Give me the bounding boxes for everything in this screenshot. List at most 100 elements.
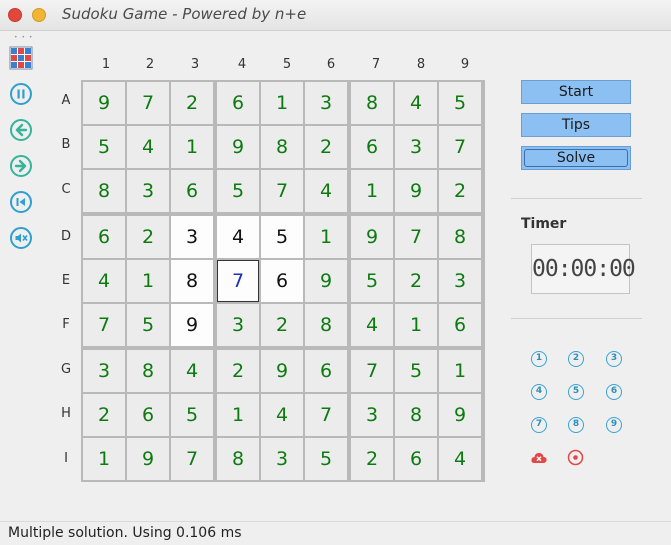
board-cell[interactable]: 9 — [127, 438, 169, 480]
grid-app-icon[interactable] — [9, 46, 33, 70]
board-cell[interactable]: 7 — [395, 216, 437, 258]
board-cell[interactable]: 4 — [261, 394, 303, 436]
start-button[interactable]: Start — [521, 80, 631, 104]
board-cell[interactable]: 2 — [305, 126, 347, 168]
board-cell[interactable]: 3 — [351, 394, 393, 436]
numpad-digit-button[interactable]: 5 — [568, 384, 584, 400]
board-cell[interactable]: 8 — [261, 126, 303, 168]
board-cell[interactable]: 9 — [261, 350, 303, 392]
board-cell[interactable]: 9 — [305, 260, 347, 302]
solve-button[interactable]: Solve — [521, 146, 631, 170]
board-cell[interactable]: 3 — [261, 438, 303, 480]
board-cell[interactable]: 7 — [261, 170, 303, 212]
pause-icon[interactable] — [9, 82, 33, 106]
board-cell[interactable]: 5 — [439, 82, 481, 124]
board-cell[interactable]: 9 — [83, 82, 125, 124]
board-cell[interactable]: 1 — [305, 216, 347, 258]
tips-button[interactable]: Tips — [521, 113, 631, 137]
board-cell[interactable]: 4 — [127, 126, 169, 168]
board-cell[interactable]: 8 — [395, 394, 437, 436]
board-cell[interactable]: 6 — [439, 304, 481, 346]
board-cell[interactable]: 4 — [171, 350, 213, 392]
board-cell[interactable]: 7 — [83, 304, 125, 346]
board-cell[interactable]: 2 — [171, 82, 213, 124]
board-cell[interactable]: 2 — [217, 350, 259, 392]
board-cell[interactable]: 7 — [127, 82, 169, 124]
board-cell[interactable]: 1 — [395, 304, 437, 346]
board-cell[interactable]: 3 — [395, 126, 437, 168]
numpad-digit-button[interactable]: 6 — [606, 384, 622, 400]
board-cell[interactable]: 6 — [305, 350, 347, 392]
board-cell[interactable]: 7 — [217, 260, 259, 302]
board-cell[interactable]: 5 — [351, 260, 393, 302]
minimize-window-button[interactable] — [32, 8, 46, 22]
board-cell[interactable]: 3 — [439, 260, 481, 302]
numpad-digit-button[interactable]: 7 — [531, 417, 547, 433]
board-cell[interactable]: 6 — [171, 170, 213, 212]
board-cell[interactable]: 6 — [127, 394, 169, 436]
board-cell[interactable]: 5 — [127, 304, 169, 346]
board-cell[interactable]: 4 — [305, 170, 347, 212]
board-cell[interactable]: 8 — [351, 82, 393, 124]
board-cell[interactable]: 6 — [261, 260, 303, 302]
board-cell[interactable]: 8 — [171, 260, 213, 302]
numpad-digit-button[interactable]: 8 — [568, 417, 584, 433]
board-cell[interactable]: 1 — [351, 170, 393, 212]
numpad-digit-button[interactable]: 9 — [606, 417, 622, 433]
toolbar-grip[interactable]: • • • — [14, 34, 33, 41]
board-cell[interactable]: 2 — [261, 304, 303, 346]
numpad-digit-button[interactable]: 4 — [531, 384, 547, 400]
board-cell[interactable]: 2 — [351, 438, 393, 480]
board-cell[interactable]: 7 — [171, 438, 213, 480]
board-cell[interactable]: 1 — [261, 82, 303, 124]
board-cell[interactable]: 1 — [439, 350, 481, 392]
board-cell[interactable]: 5 — [395, 350, 437, 392]
board-cell[interactable]: 4 — [395, 82, 437, 124]
board-cell[interactable]: 1 — [171, 126, 213, 168]
board-cell[interactable]: 4 — [217, 216, 259, 258]
board-cell[interactable]: 8 — [439, 216, 481, 258]
board-cell[interactable]: 4 — [439, 438, 481, 480]
board-cell[interactable]: 8 — [83, 170, 125, 212]
board-cell[interactable]: 2 — [127, 216, 169, 258]
board-cell[interactable]: 5 — [305, 438, 347, 480]
board-cell[interactable]: 1 — [217, 394, 259, 436]
board-cell[interactable]: 7 — [305, 394, 347, 436]
board-cell[interactable]: 5 — [261, 216, 303, 258]
board-cell[interactable]: 9 — [439, 394, 481, 436]
board-cell[interactable]: 5 — [217, 170, 259, 212]
board-cell[interactable]: 1 — [127, 260, 169, 302]
board-cell[interactable]: 2 — [395, 260, 437, 302]
board-cell[interactable]: 9 — [351, 216, 393, 258]
erase-icon[interactable] — [530, 450, 548, 466]
numpad-digit-button[interactable]: 2 — [568, 351, 584, 367]
board-cell[interactable]: 9 — [395, 170, 437, 212]
board-cell[interactable]: 5 — [171, 394, 213, 436]
mark-icon[interactable] — [567, 449, 584, 466]
board-cell[interactable]: 5 — [83, 126, 125, 168]
numpad-digit-button[interactable]: 1 — [531, 351, 547, 367]
board-cell[interactable]: 7 — [439, 126, 481, 168]
close-window-button[interactable] — [8, 8, 22, 22]
board-cell[interactable]: 1 — [83, 438, 125, 480]
numpad-digit-button[interactable]: 3 — [606, 351, 622, 367]
board-cell[interactable]: 8 — [127, 350, 169, 392]
redo-icon[interactable] — [9, 154, 33, 178]
undo-icon[interactable] — [9, 118, 33, 142]
board-cell[interactable]: 9 — [171, 304, 213, 346]
board-cell[interactable]: 6 — [217, 82, 259, 124]
skip-back-icon[interactable] — [9, 190, 33, 214]
board-cell[interactable]: 3 — [127, 170, 169, 212]
board-cell[interactable]: 8 — [217, 438, 259, 480]
board-cell[interactable]: 6 — [83, 216, 125, 258]
board-cell[interactable]: 3 — [305, 82, 347, 124]
board-cell[interactable]: 6 — [395, 438, 437, 480]
board-cell[interactable]: 4 — [83, 260, 125, 302]
board-cell[interactable]: 2 — [83, 394, 125, 436]
board-cell[interactable]: 6 — [351, 126, 393, 168]
board-cell[interactable]: 3 — [217, 304, 259, 346]
board-cell[interactable]: 2 — [439, 170, 481, 212]
board-cell[interactable]: 4 — [351, 304, 393, 346]
mute-icon[interactable] — [9, 226, 33, 250]
board-cell[interactable]: 7 — [351, 350, 393, 392]
